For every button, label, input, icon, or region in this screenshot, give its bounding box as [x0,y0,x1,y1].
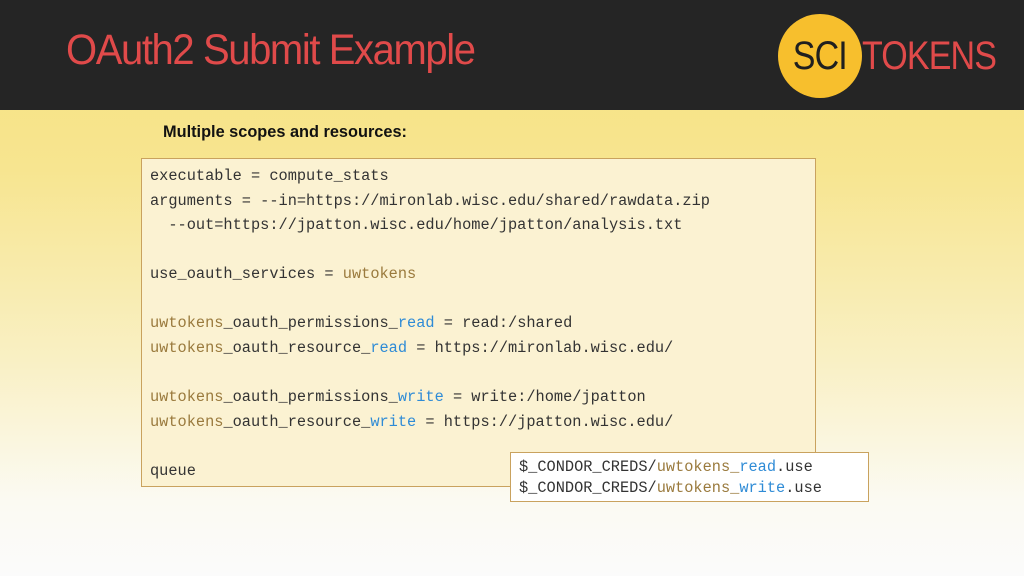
creds-prefix: $_CONDOR_CREDS/ [519,458,657,476]
service-name: uwtokens [150,413,224,431]
logo-sci-text: SCI [792,33,848,78]
logo-tokens-text: TOKENS [862,34,997,78]
oauth-services-value: uwtokens [342,265,417,283]
slide-title: OAuth2 Submit Example [66,26,476,74]
permissions-key: _oauth_permissions_ [223,314,398,332]
section-subtitle: Multiple scopes and resources: [163,122,407,141]
oauth-services-key: use_oauth_services = [150,265,343,283]
creds-service: uwtokens [656,479,731,497]
code-line-queue: queue [150,462,196,480]
creds-scope-write: write [739,479,786,497]
read-resource-value: = https://mironlab.wisc.edu/ [407,339,674,357]
creds-suffix: .use [776,458,813,476]
code-line-oauth-services: use_oauth_services = uwtokens [150,265,416,283]
submit-file-code-box: executable = compute_stats arguments = -… [141,158,816,487]
creds-sep: _ [730,479,740,497]
slide-header: OAuth2 Submit Example SCI TOKENS [0,0,1024,110]
creds-line-read: $_CONDOR_CREDS/uwtokens_read.use [519,458,813,476]
code-line-read-permissions: uwtokens_oauth_permissions_read = read:/… [150,314,572,332]
service-name: uwtokens [150,388,224,406]
read-permissions-value: = read:/shared [434,314,573,332]
scope-write: write [397,388,444,406]
write-resource-value: = https://jpatton.wisc.edu/ [416,413,674,431]
creds-service: uwtokens [656,458,731,476]
service-name: uwtokens [150,339,224,357]
scope-read: read [370,339,408,357]
logo-circle: SCI [778,14,862,98]
code-line-write-permissions: uwtokens_oauth_permissions_write = write… [150,388,646,406]
code-line-write-resource: uwtokens_oauth_resource_write = https://… [150,413,673,431]
code-line-arguments: arguments = --in=https://mironlab.wisc.e… [150,192,710,210]
scitokens-logo: SCI TOKENS [776,14,1006,100]
creds-suffix: .use [785,479,822,497]
scope-write: write [370,413,417,431]
resource-key: _oauth_resource_ [223,339,371,357]
permissions-key: _oauth_permissions_ [223,388,398,406]
resource-key: _oauth_resource_ [223,413,371,431]
service-name: uwtokens [150,314,224,332]
creds-sep: _ [730,458,740,476]
scope-read: read [397,314,435,332]
creds-prefix: $_CONDOR_CREDS/ [519,479,657,497]
condor-creds-box: $_CONDOR_CREDS/uwtokens_read.use $_CONDO… [510,452,869,502]
code-line-read-resource: uwtokens_oauth_resource_read = https://m… [150,339,673,357]
creds-scope-read: read [739,458,777,476]
write-permissions-value: = write:/home/jpatton [443,388,646,406]
code-line-arguments-cont: --out=https://jpatton.wisc.edu/home/jpat… [150,216,683,234]
creds-line-write: $_CONDOR_CREDS/uwtokens_write.use [519,479,822,497]
code-line-executable: executable = compute_stats [150,167,389,185]
